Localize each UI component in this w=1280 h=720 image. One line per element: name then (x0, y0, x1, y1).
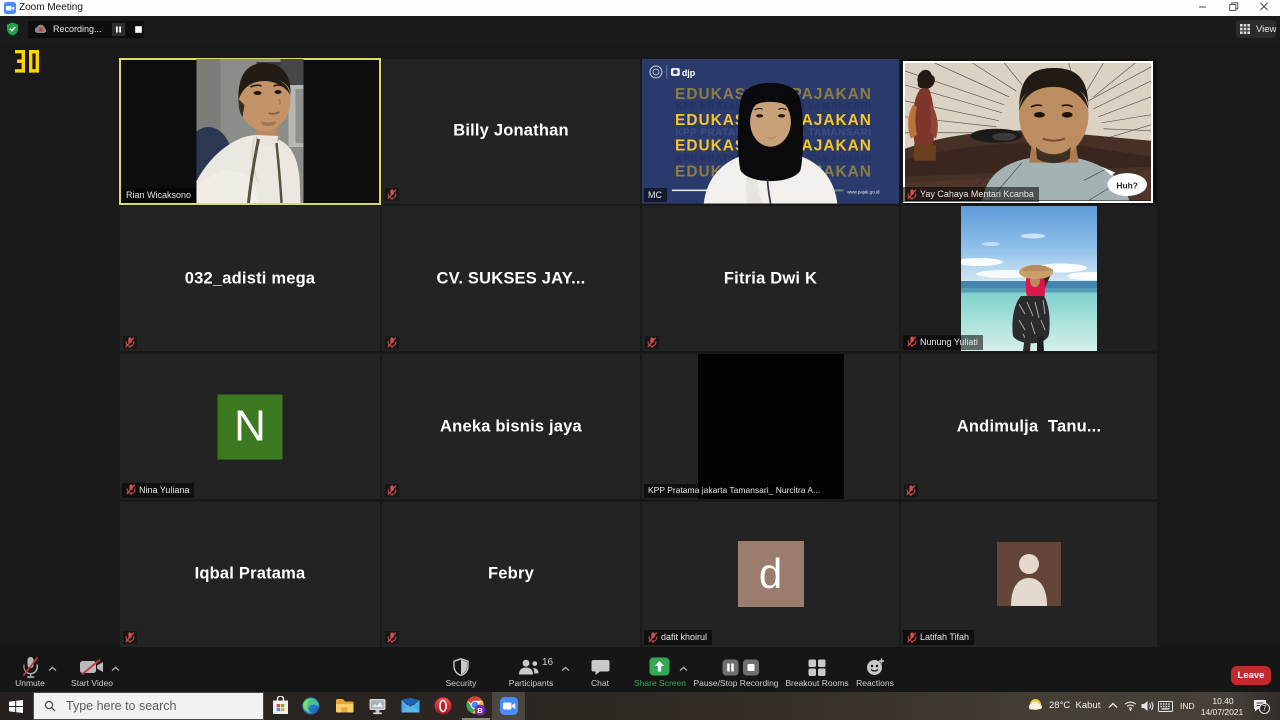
svg-text:djp: djp (682, 68, 696, 78)
svg-text:Huh?: Huh? (1116, 181, 1138, 191)
svg-text:B: B (477, 706, 483, 715)
svg-text:www.pajak.go.id: www.pajak.go.id (847, 190, 880, 195)
